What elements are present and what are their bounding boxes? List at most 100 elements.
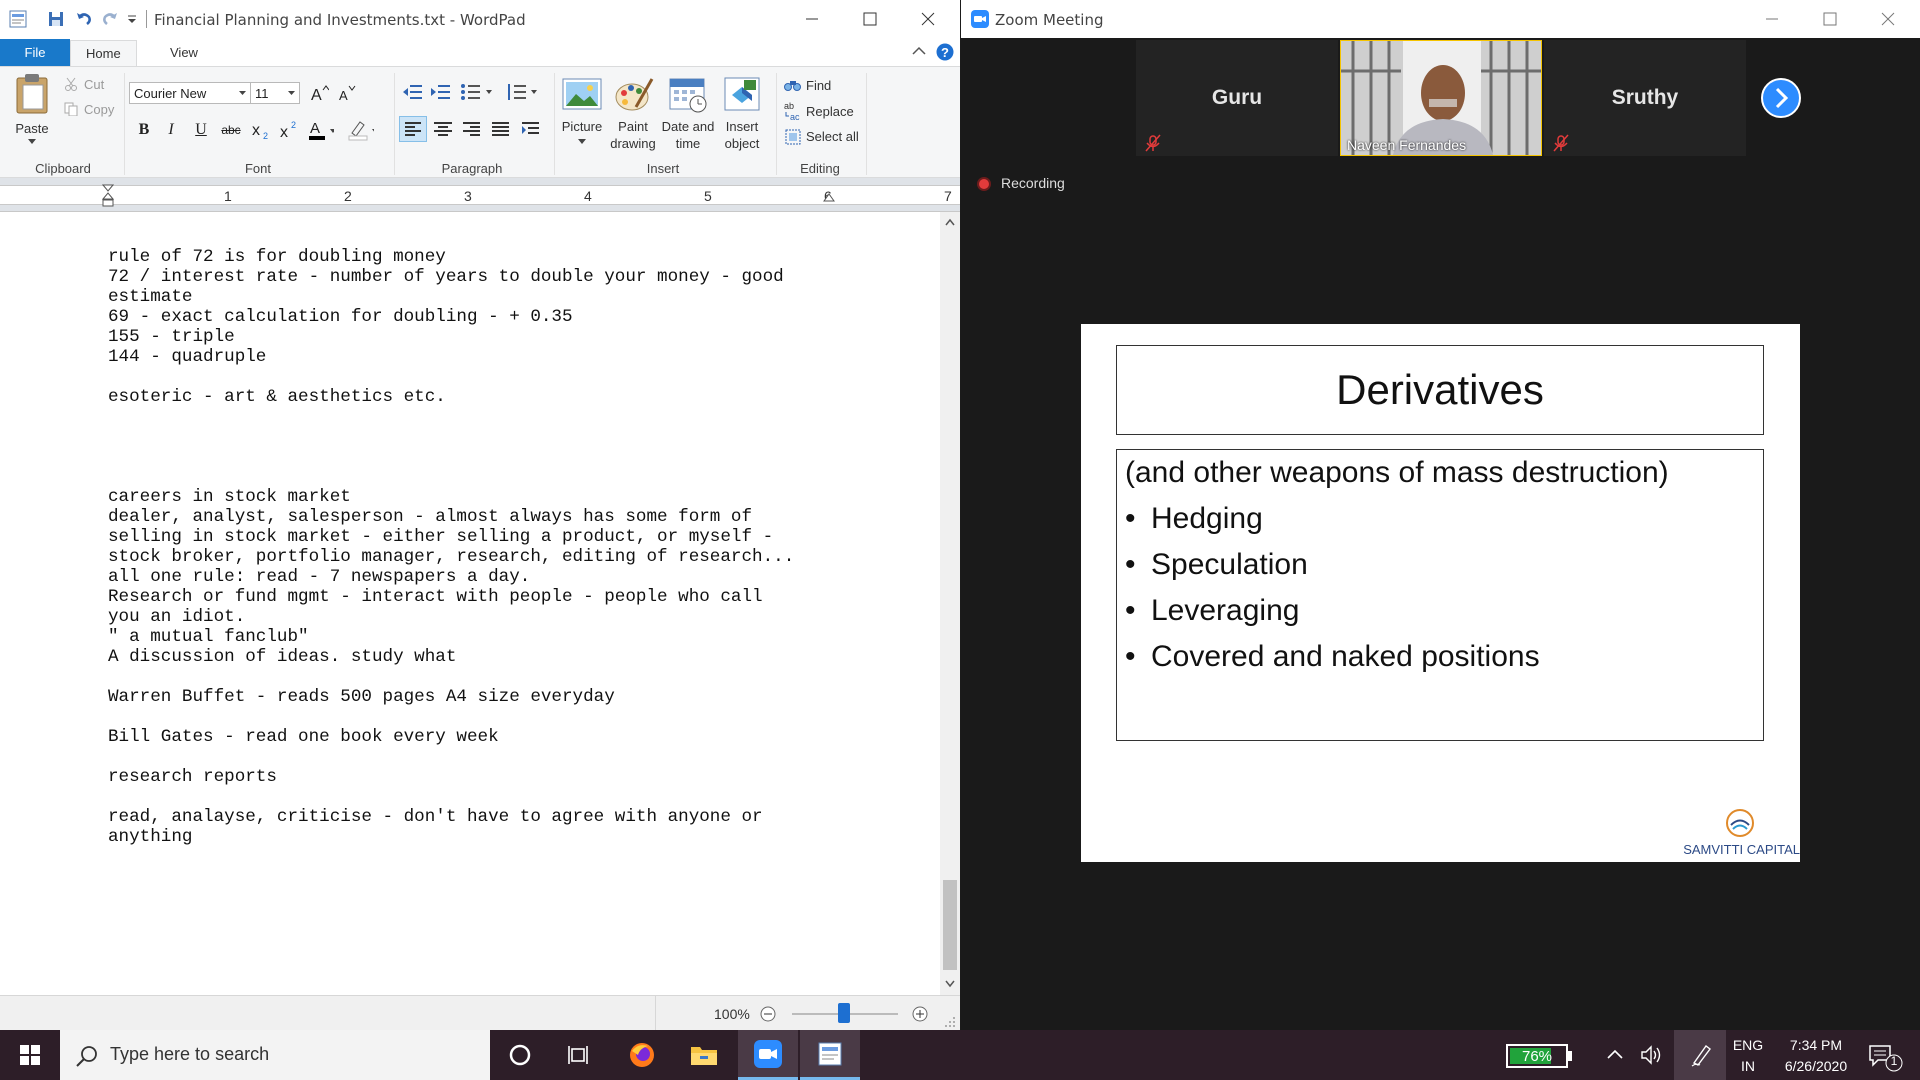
document-line[interactable] (108, 407, 794, 427)
shrink-font-icon[interactable]: A (334, 81, 360, 105)
increase-indent-icon[interactable] (430, 83, 452, 101)
italic-button[interactable]: I (158, 118, 184, 142)
participant-tile[interactable]: Sruthy (1544, 40, 1746, 156)
document-line[interactable] (108, 447, 794, 467)
underline-button[interactable]: U (188, 118, 214, 142)
document-line[interactable]: anything (108, 827, 794, 847)
zoom-taskbar-icon[interactable] (738, 1030, 798, 1080)
bullets-icon[interactable] (460, 83, 494, 101)
save-icon[interactable] (46, 9, 66, 29)
task-view-icon[interactable] (550, 1030, 610, 1080)
document-line[interactable] (108, 667, 794, 687)
document-line[interactable] (108, 467, 794, 487)
wordpad-app-icon[interactable] (8, 9, 28, 29)
help-icon[interactable]: ? (936, 43, 954, 61)
document-line[interactable]: 144 - quadruple (108, 347, 794, 367)
date-time-label[interactable]: Date and time (658, 118, 718, 152)
recording-indicator[interactable]: Recording (977, 175, 1065, 191)
insert-object-icon[interactable] (722, 75, 762, 113)
grow-font-icon[interactable]: A (306, 81, 332, 105)
strikethrough-button[interactable]: abc (218, 118, 244, 142)
paint-drawing-label[interactable]: Paint drawing (606, 118, 660, 152)
zoom-minimize-button[interactable] (1743, 0, 1801, 38)
document-line[interactable]: rule of 72 is for doubling money (108, 247, 794, 267)
select-all-label[interactable]: Select all (806, 129, 859, 144)
superscript-button[interactable]: x2 (277, 118, 303, 142)
document-line[interactable]: " a mutual fanclub" (108, 627, 794, 647)
scroll-down-icon[interactable] (945, 980, 955, 988)
zoom-slider-thumb[interactable] (838, 1003, 850, 1023)
tab-view[interactable]: View (155, 40, 213, 66)
close-button[interactable] (899, 0, 957, 38)
maximize-button[interactable] (841, 0, 899, 38)
text-color-icon[interactable]: A (308, 118, 334, 142)
volume-icon[interactable] (1640, 1044, 1664, 1066)
document-line[interactable]: all one rule: read - 7 newspapers a day. (108, 567, 794, 587)
vertical-scrollbar[interactable] (940, 212, 960, 995)
cortana-icon[interactable] (490, 1030, 550, 1080)
redo-icon[interactable] (100, 9, 120, 29)
right-indent-marker-icon[interactable] (823, 192, 835, 202)
document-line[interactable]: careers in stock market (108, 487, 794, 507)
highlight-color-icon[interactable] (348, 118, 374, 142)
paint-drawing-icon[interactable] (614, 75, 654, 113)
align-center-button[interactable] (430, 117, 456, 141)
align-right-button[interactable] (459, 117, 485, 141)
document-line[interactable]: dealer, analyst, salesperson - almost al… (108, 507, 794, 527)
document-line[interactable]: Bill Gates - read one book every week (108, 727, 794, 747)
font-size-select[interactable]: 11 (250, 82, 300, 104)
line-spacing-icon[interactable] (506, 83, 538, 101)
battery-indicator[interactable]: 76% (1506, 1044, 1568, 1068)
font-name-select[interactable]: Courier New (129, 82, 251, 104)
document-line[interactable] (108, 787, 794, 807)
pen-workspace-button[interactable] (1674, 1030, 1726, 1080)
document-line[interactable]: esoteric - art & aesthetics etc. (108, 387, 794, 407)
insert-object-label[interactable]: Insert object (714, 118, 770, 152)
paste-label[interactable]: Paste (14, 120, 50, 137)
find-icon[interactable] (784, 77, 802, 93)
tab-file[interactable]: File (0, 39, 70, 66)
undo-icon[interactable] (74, 9, 94, 29)
document-line[interactable] (108, 367, 794, 387)
tab-home[interactable]: Home (70, 40, 137, 66)
paste-dropdown-icon[interactable] (28, 139, 36, 145)
ruler[interactable]: 1 2 3 4 5 6 7 (0, 178, 960, 212)
collapse-ribbon-icon[interactable] (912, 45, 926, 57)
clock[interactable]: 7:34 PM 6/26/2020 (1772, 1037, 1860, 1074)
document-area[interactable]: rule of 72 is for doubling money 72 / int… (0, 212, 940, 995)
find-label[interactable]: Find (806, 78, 831, 93)
participant-tile-active[interactable]: Naveen Fernandes (1340, 40, 1542, 156)
document-line[interactable]: 155 - triple (108, 327, 794, 347)
document-line[interactable]: selling in stock market - either selling… (108, 527, 794, 547)
taskbar-search-box[interactable]: Type here to search (60, 1030, 490, 1080)
document-line[interactable]: Warren Buffet - reads 500 pages A4 size … (108, 687, 794, 707)
paragraph-settings-icon[interactable] (518, 117, 544, 141)
document-line[interactable]: 72 / interest rate - number of years to … (108, 267, 794, 287)
customize-qat-icon[interactable] (126, 9, 146, 29)
start-button[interactable] (0, 1030, 60, 1080)
zoom-close-button[interactable] (1859, 0, 1917, 38)
document-line[interactable] (108, 747, 794, 767)
document-line[interactable]: estimate (108, 287, 794, 307)
paste-icon[interactable] (14, 73, 50, 115)
document-line[interactable]: read, analayse, criticise - don't have t… (108, 807, 794, 827)
indent-marker-icon[interactable] (102, 184, 114, 210)
resize-grip-icon[interactable] (944, 1016, 956, 1028)
firefox-icon[interactable] (612, 1030, 672, 1080)
zoom-in-icon[interactable] (912, 1006, 928, 1022)
show-hidden-icons-icon[interactable] (1606, 1048, 1624, 1060)
document-line[interactable]: Research or fund mgmt - interact with pe… (108, 587, 794, 607)
align-left-button[interactable] (399, 116, 427, 142)
replace-label[interactable]: Replace (806, 104, 854, 119)
select-all-icon[interactable] (785, 129, 801, 145)
picture-dropdown-icon[interactable] (578, 139, 586, 145)
next-participants-button[interactable] (1761, 78, 1801, 118)
document-line[interactable]: research reports (108, 767, 794, 787)
subscript-button[interactable]: x2 (249, 118, 275, 142)
replace-icon[interactable]: ab ac (784, 101, 802, 121)
minimize-button[interactable] (783, 0, 841, 38)
scroll-thumb[interactable] (943, 880, 957, 970)
document-line[interactable]: A discussion of ideas. study what (108, 647, 794, 667)
document-line[interactable] (108, 707, 794, 727)
zoom-out-icon[interactable] (760, 1006, 776, 1022)
